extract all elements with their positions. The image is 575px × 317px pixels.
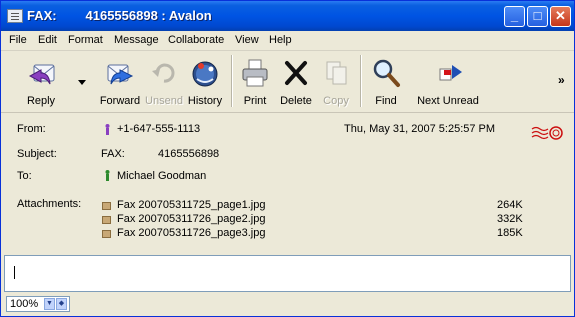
postmark-icon xyxy=(531,126,563,140)
window-title: FAX: 4165556898 : Avalon xyxy=(27,8,212,23)
title-bar[interactable]: FAX: 4165556898 : Avalon _ □ ✕ xyxy=(1,1,574,31)
reply-icon xyxy=(28,64,55,85)
message-body[interactable] xyxy=(4,255,571,292)
delete-label: Delete xyxy=(280,95,312,107)
date-value: Thu, May 31, 2007 5:25:57 PM xyxy=(344,123,496,135)
attachment-name[interactable]: Fax 200705311726_page2.jpg xyxy=(117,213,265,225)
close-button[interactable]: ✕ xyxy=(550,6,571,27)
toolbar-separator xyxy=(231,55,233,107)
toolbar: Reply Forward Unsend History Print Delet… xyxy=(1,51,574,113)
attachment-size: 332K xyxy=(497,213,523,225)
delete-button[interactable]: Delete xyxy=(277,54,315,110)
reply-label: Reply xyxy=(26,95,56,107)
menu-collaborate[interactable]: Collaborate xyxy=(168,34,224,46)
toolbar-overflow-button[interactable]: » xyxy=(558,73,565,87)
next-unread-icon xyxy=(439,65,462,81)
image-file-icon xyxy=(102,230,111,238)
image-file-icon xyxy=(102,202,111,210)
maximize-button[interactable]: □ xyxy=(527,6,548,27)
menu-view[interactable]: View xyxy=(235,34,259,46)
copy-button[interactable]: Copy xyxy=(319,54,353,110)
zoom-value: 100% xyxy=(10,298,39,310)
forward-icon xyxy=(107,64,134,85)
printer-icon xyxy=(242,59,268,87)
print-button[interactable]: Print xyxy=(237,54,273,110)
history-label: History xyxy=(187,95,223,107)
status-bar: 100% ▼ ◆ xyxy=(1,293,574,316)
menu-message[interactable]: Message xyxy=(114,34,159,46)
from-label: From: xyxy=(17,123,46,135)
reply-dropdown-button[interactable] xyxy=(75,54,89,110)
attachment-name[interactable]: Fax 200705311726_page3.jpg xyxy=(117,227,265,239)
subject-label: Subject: xyxy=(17,148,57,160)
unsend-icon xyxy=(152,63,175,83)
chevron-down-icon xyxy=(78,80,86,85)
magnifier-icon xyxy=(373,59,400,87)
delete-x-icon xyxy=(285,61,307,85)
history-icon xyxy=(192,61,218,87)
menu-bar: File Edit Format Message Collaborate Vie… xyxy=(1,31,574,51)
unsend-button[interactable]: Unsend xyxy=(144,54,184,110)
from-value[interactable]: +1-647-555-1113 xyxy=(117,123,200,135)
subject-prefix: FAX: xyxy=(101,148,125,160)
next-unread-button[interactable]: Next Unread xyxy=(415,54,481,110)
subject-value: 4165556898 xyxy=(158,148,220,160)
next-unread-label: Next Unread xyxy=(417,95,479,107)
forward-label: Forward xyxy=(99,95,141,107)
copy-label: Copy xyxy=(323,95,349,107)
text-caret xyxy=(14,266,15,279)
toolbar-separator xyxy=(360,55,362,107)
forward-button[interactable]: Forward xyxy=(96,54,144,110)
reply-button[interactable]: Reply xyxy=(15,54,67,110)
message-header: From: +1-647-555-1113 Thu, May 31, 2007 … xyxy=(1,113,574,255)
find-label: Find xyxy=(375,95,397,107)
unsend-label: Unsend xyxy=(145,95,183,107)
person-icon xyxy=(105,124,110,135)
copy-icon xyxy=(326,61,347,85)
message-window-icon xyxy=(7,9,23,23)
attachment-size: 264K xyxy=(497,199,523,211)
attachments-label: Attachments: xyxy=(17,198,82,210)
menu-format[interactable]: Format xyxy=(68,34,103,46)
image-file-icon xyxy=(102,216,111,224)
menu-file[interactable]: File xyxy=(9,34,27,46)
to-label: To: xyxy=(17,170,32,182)
minimize-button[interactable]: _ xyxy=(504,6,525,27)
menu-edit[interactable]: Edit xyxy=(38,34,57,46)
zoom-spinner-icon[interactable]: ◆ xyxy=(56,298,67,310)
find-button[interactable]: Find xyxy=(367,54,405,110)
person-icon xyxy=(105,170,110,181)
attachment-name[interactable]: Fax 200705311725_page1.jpg xyxy=(117,199,265,211)
menu-help[interactable]: Help xyxy=(269,34,292,46)
print-label: Print xyxy=(243,95,267,107)
mail-window: FAX: 4165556898 : Avalon _ □ ✕ File Edit… xyxy=(0,0,575,317)
zoom-dropdown-icon[interactable]: ▼ xyxy=(44,298,55,310)
to-value[interactable]: Michael Goodman xyxy=(117,170,206,182)
zoom-control[interactable]: 100% ▼ ◆ xyxy=(6,296,70,312)
history-button[interactable]: History xyxy=(185,54,225,110)
attachment-size: 185K xyxy=(497,227,523,239)
